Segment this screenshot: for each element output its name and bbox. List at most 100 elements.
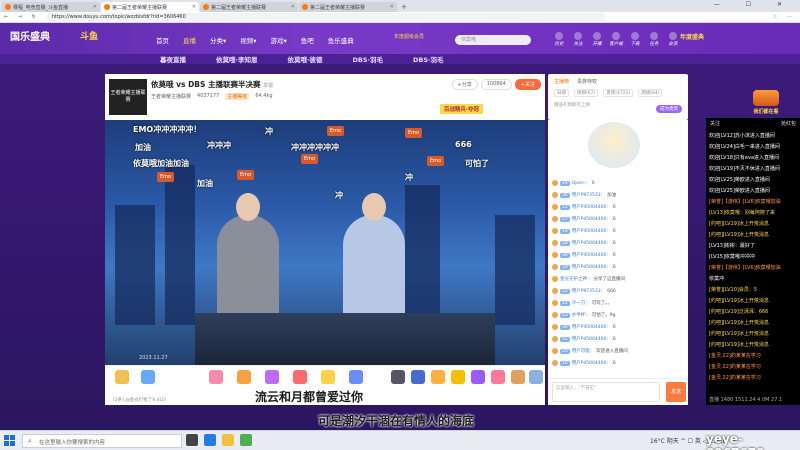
anchor-name[interactable]: 王者荣耀主播联赛: [151, 93, 191, 100]
chat-username[interactable]: 用户P45004400：: [572, 240, 611, 246]
tab-day[interactable]: 日榜: [554, 89, 569, 97]
tab-week2[interactable]: 周榜(64): [638, 89, 663, 97]
danmaku-tool-window[interactable]: 关注 抢红包 欢迎[LV12]苏小沫进入直播间 欢迎[LV24]白毛一来进入直播间欢…: [706, 118, 800, 405]
follow-room-button[interactable]: +关注: [514, 79, 541, 90]
history-button[interactable]: 历史: [552, 32, 566, 47]
avatar[interactable]: [552, 264, 558, 270]
chat-username[interactable]: 水半杯：: [572, 312, 590, 318]
gift-item[interactable]: [111, 370, 133, 386]
overlay-follow[interactable]: 关注: [710, 120, 720, 127]
avatar[interactable]: [552, 252, 558, 258]
download-button[interactable]: 下载: [628, 32, 642, 47]
close-tab-icon[interactable]: ✕: [93, 4, 97, 10]
strip-item[interactable]: 依莫哦·李知恩: [216, 54, 257, 64]
avatar[interactable]: [552, 300, 558, 306]
chat-username[interactable]: 用户P973533：: [572, 288, 605, 294]
avatar[interactable]: [552, 216, 558, 222]
strip-item[interactable]: DBS·羽毛: [352, 54, 383, 64]
tab-anchor-rank[interactable]: 主播榜: [554, 78, 569, 85]
chat-username[interactable]: 冷一刀：: [572, 300, 590, 306]
chat-panel[interactable]: 24 Open-： 6 36 用户P973533： 加油 12 用户P45004400： 6 27…: [548, 120, 688, 378]
nav-festival[interactable]: 鱼乐盛典: [328, 35, 354, 45]
gift-item[interactable]: [137, 370, 159, 386]
nav-home[interactable]: 首页: [156, 35, 169, 45]
avatar[interactable]: [552, 204, 558, 210]
gift-item[interactable]: [447, 370, 469, 386]
url-field[interactable]: https://www.douyu.com/topic/wzzblsfdr?ri…: [45, 13, 606, 21]
nav-video[interactable]: 视频▾: [240, 35, 256, 45]
chat-username[interactable]: 用户可能：: [572, 348, 595, 354]
report-link[interactable]: 举报: [263, 83, 273, 89]
windows-start-icon[interactable]: [4, 435, 15, 446]
close-tab-icon[interactable]: ✕: [291, 4, 295, 10]
tab-week[interactable]: 周榜(67): [574, 89, 599, 97]
client-button[interactable]: 客户端: [609, 32, 623, 47]
become-vip-button[interactable]: 成为贵宾: [656, 105, 682, 113]
browser-tab-active[interactable]: 第二届王者荣耀主播联赛 ✕: [101, 2, 199, 12]
browser-tab[interactable]: 赛程_电竞直播_斗鱼直播 ✕: [2, 2, 100, 12]
close-tab-icon[interactable]: ✕: [390, 4, 394, 10]
avatar[interactable]: [552, 180, 558, 186]
gift-item[interactable]: [467, 370, 489, 386]
avatar[interactable]: [552, 324, 558, 330]
room-avatar[interactable]: 王者荣耀主播联赛: [109, 79, 147, 115]
site-logo[interactable]: 国乐盛典: [10, 28, 50, 43]
nav-live[interactable]: 直播: [183, 35, 196, 45]
chat-username[interactable]: 用户P45004400：: [572, 252, 611, 258]
avatar[interactable]: [552, 348, 558, 354]
new-tab-icon[interactable]: +: [401, 2, 407, 12]
nav-fishbar[interactable]: 鱼吧: [301, 35, 314, 45]
chat-username[interactable]: 用户P45004400：: [572, 336, 611, 342]
gift-item[interactable]: [345, 370, 367, 386]
taskbar-search-input[interactable]: ⌕ 在这里输入你要搜索的内容: [22, 434, 182, 448]
tab-vip[interactable]: 贵宾(4721): [603, 89, 634, 97]
avatar[interactable]: [552, 192, 558, 198]
video-player[interactable]: EMO冲冲冲冲冲！ 冲 加油 冲冲冲 冲冲冲冲冲冲 依莫哦加油加油 666 可怕…: [105, 120, 545, 365]
browser-tab[interactable]: 第二届王者荣耀主播联赛 ✕: [200, 2, 298, 12]
edge-icon[interactable]: [204, 434, 216, 446]
chat-username[interactable]: 用户P45004400：: [572, 264, 611, 270]
close-tab-icon[interactable]: ✕: [192, 4, 196, 10]
chat-username[interactable]: Open-：: [572, 180, 590, 186]
strip-item[interactable]: 依莫哦·彼德: [287, 54, 322, 64]
tab-noble[interactable]: 贵族特权: [577, 78, 597, 85]
gift-item[interactable]: [261, 370, 283, 386]
gift-item[interactable]: [427, 370, 449, 386]
chat-username[interactable]: 星光守护之神：: [560, 276, 592, 282]
window-controls[interactable]: — ☐ ✕: [714, 0, 794, 10]
avatar[interactable]: [552, 228, 558, 234]
strip-item[interactable]: DBS·羽毛: [413, 54, 444, 64]
task-view-icon[interactable]: [186, 434, 198, 446]
strip-item[interactable]: 暮夜直播: [160, 54, 186, 64]
gift-item[interactable]: [487, 370, 509, 386]
folder-icon[interactable]: [222, 434, 234, 446]
gift-item[interactable]: [387, 370, 409, 386]
gift-item[interactable]: [205, 370, 227, 386]
avatar[interactable]: [552, 240, 558, 246]
nav-category[interactable]: 分类▾: [210, 35, 226, 45]
avatar[interactable]: [552, 336, 558, 342]
share-button[interactable]: +分享: [451, 79, 478, 90]
chat-username[interactable]: 用户P973533：: [572, 192, 605, 198]
browser-tab[interactable]: 第二届王者荣耀主播联赛 ✕: [299, 2, 397, 12]
gift-item[interactable]: [525, 370, 547, 386]
avatar[interactable]: [552, 288, 558, 294]
gift-item[interactable]: [407, 370, 429, 386]
member-button[interactable]: 会员: [666, 32, 680, 47]
promo-badge[interactable]: 我们都在看: [740, 90, 792, 118]
chat-input[interactable]: 这里输入，"不冒犯": [552, 382, 660, 402]
chat-username[interactable]: 用户P45004400：: [572, 324, 611, 330]
site-logo-sub[interactable]: 斗鱼: [80, 29, 98, 42]
task-button[interactable]: 任务: [647, 32, 661, 47]
overlay-redpacket[interactable]: 抢红包: [781, 120, 796, 127]
send-button[interactable]: 发送: [666, 382, 686, 402]
gift-item[interactable]: [289, 370, 311, 386]
broadcast-button[interactable]: 开播: [590, 32, 604, 47]
avatar[interactable]: [552, 276, 558, 282]
vip-badge[interactable]: 年度超级会员: [394, 33, 424, 40]
search-input[interactable]: 依莫哦: [455, 35, 531, 45]
chat-username[interactable]: 用户P45004400：: [572, 360, 611, 366]
chat-username[interactable]: 用户P45004400：: [572, 216, 611, 222]
chat-username[interactable]: 用户P45004400：: [572, 228, 611, 234]
avatar[interactable]: [552, 312, 558, 318]
